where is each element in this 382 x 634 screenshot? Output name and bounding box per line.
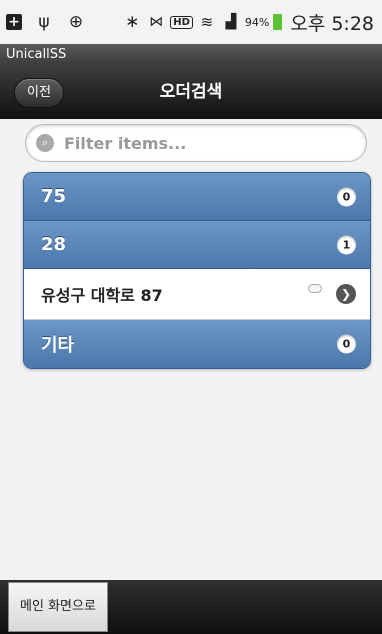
- page-header: 오더검색 이전: [0, 66, 382, 120]
- arrow-right-icon: ❯: [336, 284, 356, 304]
- wifi-icon: ≋: [200, 12, 214, 31]
- list-divider-label: 75: [41, 186, 67, 207]
- clock: 오후 5:28: [290, 12, 374, 35]
- count-badge: 1: [337, 235, 356, 254]
- plus-box-icon: +: [6, 14, 22, 30]
- battery-percent: 94%: [244, 15, 270, 29]
- main-screen-button[interactable]: 메인 화면으로: [8, 582, 108, 632]
- usb-icon: ψ: [38, 11, 50, 32]
- order-list: 75 0 28 1 유성구 대학로 87 ❯ 기타 0: [23, 172, 371, 369]
- hd-icon: HD: [170, 15, 193, 29]
- list-divider-label: 28: [41, 234, 67, 255]
- mute-icon: ⋈: [149, 14, 164, 30]
- list-divider: 28 1: [24, 221, 370, 269]
- back-button[interactable]: 이전: [14, 78, 64, 108]
- footer-bar: 메인 화면으로: [0, 580, 382, 634]
- list-item[interactable]: 유성구 대학로 87 ❯: [24, 269, 370, 320]
- status-bar: + ψ ⊕ ∗ ⋈ HD ≋ ▟ 94% 오후 5:28: [0, 0, 382, 44]
- search-icon: ⌕: [36, 134, 54, 152]
- battery-icon: [273, 14, 283, 30]
- count-badge: 0: [337, 187, 356, 206]
- list-divider-label: 기타: [41, 335, 75, 356]
- list-divider: 기타 0: [24, 320, 370, 368]
- bluetooth-icon: ∗: [125, 11, 140, 32]
- signal-icon: ▟: [225, 14, 237, 30]
- app-name: UnicallSS: [6, 47, 67, 62]
- filter-bar[interactable]: ⌕: [25, 124, 367, 162]
- app-name-bar: UnicallSS: [0, 44, 382, 66]
- count-badge: 0: [337, 334, 356, 354]
- count-badge: [308, 284, 322, 293]
- filter-input[interactable]: [62, 132, 346, 154]
- list-item-label: 유성구 대학로 87: [41, 286, 163, 305]
- content-area: ⌕ 75 0 28 1 유성구 대학로 87 ❯ 기타 0: [0, 119, 382, 580]
- list-divider: 75 0: [24, 173, 370, 221]
- gps-icon: ⊕: [68, 11, 84, 32]
